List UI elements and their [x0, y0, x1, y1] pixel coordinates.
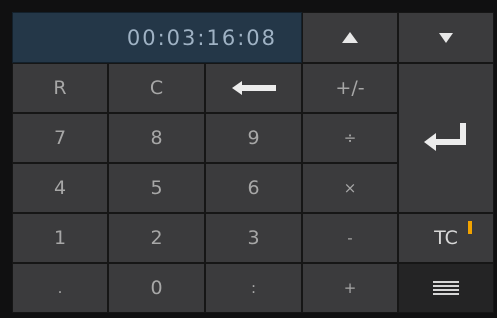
- key-4[interactable]: 4: [12, 163, 108, 213]
- key-0[interactable]: 0: [108, 263, 205, 313]
- plus-minus-key[interactable]: +/-: [302, 63, 398, 113]
- key-8[interactable]: 8: [108, 113, 205, 163]
- divide-key[interactable]: ÷: [302, 113, 398, 163]
- key-2-label: 2: [150, 227, 163, 249]
- colon-label: :: [250, 279, 257, 297]
- timecode-display: 00:03:16:08: [12, 12, 302, 63]
- menu-lines-icon: [433, 281, 459, 295]
- minus-key[interactable]: -: [302, 213, 398, 263]
- dot-key[interactable]: .: [12, 263, 108, 313]
- multiply-label: ×: [343, 179, 357, 197]
- backspace-key[interactable]: [205, 63, 302, 113]
- key-4-label: 4: [53, 177, 67, 199]
- tc-key[interactable]: TC: [398, 213, 494, 263]
- key-3-label: 3: [247, 227, 260, 249]
- divide-label: ÷: [343, 129, 357, 147]
- key-0-label: 0: [150, 277, 163, 299]
- triangle-down-icon: [439, 32, 453, 43]
- left-arrow-icon: [231, 81, 276, 95]
- key-5[interactable]: 5: [108, 163, 205, 213]
- key-1[interactable]: 1: [12, 213, 108, 263]
- r-key-label: R: [53, 77, 67, 99]
- key-5-label: 5: [150, 177, 163, 199]
- key-3[interactable]: 3: [205, 213, 302, 263]
- up-button[interactable]: [302, 12, 398, 63]
- key-9[interactable]: 9: [205, 113, 302, 163]
- clear-key[interactable]: C: [108, 63, 205, 113]
- minus-label: -: [347, 229, 353, 247]
- key-2[interactable]: 2: [108, 213, 205, 263]
- clear-key-label: C: [149, 77, 164, 99]
- tc-label-wrap: TC: [434, 221, 472, 249]
- plus-key[interactable]: +: [302, 263, 398, 313]
- tc-label: TC: [434, 227, 458, 249]
- key-6[interactable]: 6: [205, 163, 302, 213]
- key-7[interactable]: 7: [12, 113, 108, 163]
- menu-button[interactable]: [398, 263, 494, 313]
- enter-key[interactable]: [398, 63, 494, 213]
- down-button[interactable]: [398, 12, 494, 63]
- tc-indicator: [467, 221, 472, 234]
- plus-label: +: [343, 279, 357, 297]
- key-6-label: 6: [247, 177, 260, 199]
- enter-arrow-icon: [424, 123, 466, 151]
- calculator-keypad: 00:03:16:08 R C +/- 7 8 9 ÷ 4 5 6 × 1 2 …: [0, 0, 497, 318]
- colon-key[interactable]: :: [205, 263, 302, 313]
- r-key[interactable]: R: [12, 63, 108, 113]
- plus-minus-label: +/-: [335, 77, 365, 99]
- triangle-up-icon: [342, 32, 358, 43]
- key-7-label: 7: [53, 127, 67, 149]
- timecode-value: 00:03:16:08: [126, 25, 277, 50]
- dot-label: .: [57, 279, 63, 297]
- key-8-label: 8: [150, 127, 163, 149]
- key-9-label: 9: [247, 127, 260, 149]
- multiply-key[interactable]: ×: [302, 163, 398, 213]
- key-1-label: 1: [53, 227, 67, 249]
